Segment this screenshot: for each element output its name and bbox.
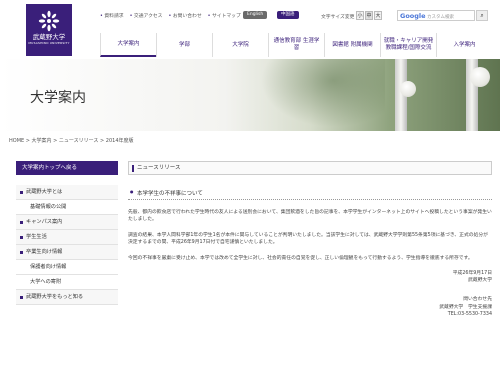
english-button[interactable]: English <box>243 11 268 19</box>
search-icon: ⌕ <box>480 12 484 19</box>
search-button[interactable]: ⌕ <box>476 10 488 21</box>
news-body: 調査の結果、本学人間科学部1年の学生1名が本件に関与していることが判明いたしまし… <box>128 232 492 246</box>
news-paragraph: 今回の不祥事を厳粛に受け止め、本学では改めて全学生に対し、社会的責任の自覚を促し… <box>128 256 473 261</box>
sidebar-item[interactable]: 卒業生向け情報 <box>16 245 118 260</box>
nav-graduate[interactable]: 大学院 <box>212 33 268 57</box>
news-paragraph: 先般、都内の飲食店で行われた学生時代の友人による送別会において、集団飲酒をした旨… <box>128 210 492 222</box>
release-date: 平成26年9月17日 <box>452 271 492 276</box>
main-content: ニュースリリース 本学学生の不祥事について 先般、都内の飲食店で行われた学生時代… <box>128 161 492 319</box>
utility-links: 資料請求 交通アクセス お問い合わせ サイトマップ <box>100 12 241 19</box>
news-body: 今回の不祥事を厳粛に受け止め、本学では改めて全学生に対し、社会的責任の自覚を促し… <box>128 255 492 262</box>
link-access[interactable]: 交通アクセス <box>130 12 163 19</box>
main-nav: 大学案内 学部 大学院 通信教育部 生涯学習 図書館 附属機関 就職・キャリア開… <box>100 33 492 57</box>
logo-name-en: MUSASHINO UNIVERSITY <box>28 41 70 45</box>
font-size-medium-button[interactable]: 中 <box>365 11 373 20</box>
font-size-large-button[interactable]: 大 <box>374 11 382 20</box>
sidebar-item[interactable]: キャンパス案内 <box>16 215 118 230</box>
sidebar-item[interactable]: 基礎情報の公開 <box>16 200 118 215</box>
nav-correspondence[interactable]: 通信教育部 生涯学習 <box>268 33 324 57</box>
nav-about[interactable]: 大学案内 <box>100 33 156 57</box>
university-logo[interactable]: 武蔵野大学 MUSASHINO UNIVERSITY <box>26 4 72 56</box>
organization: 武蔵野大学 <box>468 278 492 283</box>
nav-career[interactable]: 就職・キャリア開発 教職課程/国際交流 <box>380 33 436 57</box>
link-contact[interactable]: お問い合わせ <box>168 12 202 19</box>
google-logo: Google <box>400 12 426 20</box>
link-sitemap[interactable]: サイトマップ <box>208 12 241 19</box>
sidebar-item[interactable]: 武蔵野大学とは <box>16 185 118 200</box>
sidebar: 大学案内トップへ戻る 武蔵野大学とは 基礎情報の公開 キャンパス案内 学生生活 … <box>16 161 118 305</box>
foliage-decoration <box>255 59 385 131</box>
page-title: 大学案内 <box>30 90 86 106</box>
lamp-decoration <box>470 67 490 87</box>
nav-admissions[interactable]: 入学案内 <box>436 33 492 57</box>
breadcrumb[interactable]: HOME > 大学案内 > ニュースリリース > 2014年度版 <box>9 137 134 144</box>
link-request-materials[interactable]: 資料請求 <box>100 12 123 19</box>
sidebar-item[interactable]: 大学への寄附 <box>16 275 118 290</box>
contact-dept: 武蔵野大学 学生支援課 <box>439 304 492 310</box>
nav-faculties[interactable]: 学部 <box>156 33 212 57</box>
logo-name-jp: 武蔵野大学 <box>32 33 66 41</box>
font-size-label: 文字サイズ変更 <box>321 15 355 20</box>
search-placeholder: カスタム検索 <box>427 15 454 20</box>
page-banner: 大学案内 <box>0 59 500 131</box>
chinese-button[interactable]: 中国語 <box>277 11 299 19</box>
contact-label: 問い合わせ先 <box>463 297 492 302</box>
contact-block: 問い合わせ先 武蔵野大学 学生支援課 TEL:03-5530-7334 <box>128 296 492 319</box>
sidebar-back-button[interactable]: 大学案内トップへ戻る <box>16 161 118 175</box>
font-size-small-button[interactable]: 小 <box>356 11 364 20</box>
nav-library[interactable]: 図書館 附属機関 <box>324 33 380 57</box>
sidebar-item[interactable]: 保護者向け情報 <box>16 260 118 275</box>
search-input[interactable]: Google カスタム検索 <box>397 10 475 21</box>
contact-tel: TEL:03-5530-7334 <box>447 312 492 317</box>
section-title: ニュースリリース <box>128 161 492 175</box>
sidebar-item[interactable]: 学生生活 <box>16 230 118 245</box>
lamp-decoration <box>400 81 416 97</box>
signature-block: 平成26年9月17日 武蔵野大学 <box>128 270 492 284</box>
news-title: 本学学生の不祥事について <box>128 189 492 200</box>
sidebar-item[interactable]: 武蔵野大学をもっと知る <box>16 290 118 305</box>
news-paragraph: 調査の結果、本学人間科学部1年の学生1名が本件に関与していることが判明いたしまし… <box>128 233 488 245</box>
flower-emblem-icon <box>38 10 60 32</box>
news-body: 先般、都内の飲食店で行われた学生時代の友人による送別会において、集団飲酒をした旨… <box>128 209 492 223</box>
